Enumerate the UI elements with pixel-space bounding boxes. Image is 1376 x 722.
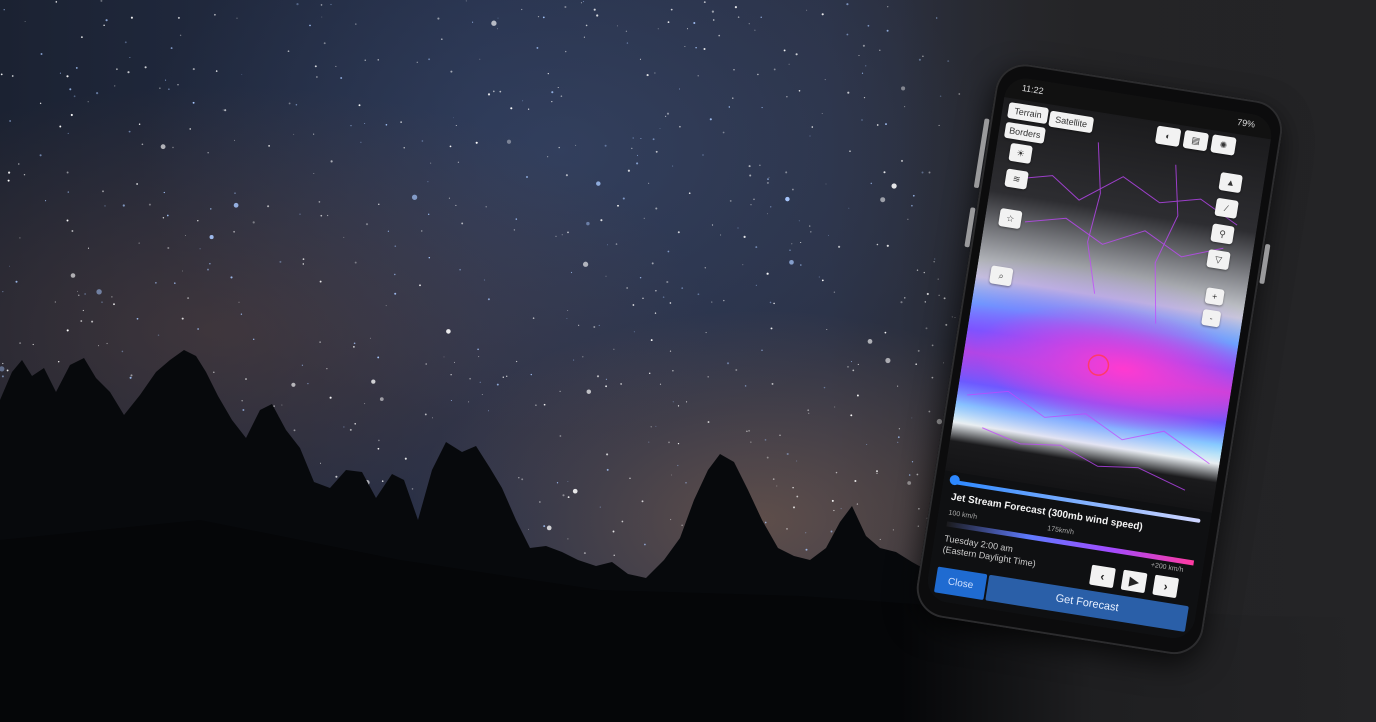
play-button[interactable]: ▶ <box>1120 569 1148 594</box>
legend-high-label: +200 km/h <box>1150 561 1184 574</box>
battery-level: 79% <box>1236 116 1256 130</box>
night-sky-photo: 11:22 79% Terrain Satellite Borders ◐ ▤ … <box>0 0 1376 722</box>
document-icon[interactable]: ▤ <box>1182 129 1210 152</box>
zoom-in-button[interactable]: + <box>1204 287 1225 306</box>
search-icon[interactable]: ⌕ <box>988 265 1014 287</box>
layers-icon[interactable]: ◐ <box>1154 125 1182 148</box>
legend-mid-label: 175km/h <box>1046 525 1075 537</box>
legend-low-label: 100 km/h <box>947 509 978 521</box>
settings-icon[interactable]: ✺ <box>1210 134 1237 156</box>
next-button[interactable]: › <box>1152 574 1180 599</box>
sun-icon[interactable]: ☀ <box>1008 142 1033 164</box>
close-button[interactable]: Close <box>933 566 988 601</box>
star-icon[interactable]: ☆ <box>998 207 1023 230</box>
pin-icon[interactable]: ⚲ <box>1210 223 1235 245</box>
filter-icon[interactable]: ▽ <box>1206 249 1231 271</box>
wind-icon[interactable]: ≋ <box>1004 168 1029 190</box>
ruler-icon[interactable]: ∕ <box>1214 197 1239 219</box>
location-icon[interactable]: ▲ <box>1218 171 1243 194</box>
status-time: 11:22 <box>1021 82 1045 97</box>
previous-button[interactable]: ‹ <box>1089 564 1116 589</box>
zoom-out-button[interactable]: - <box>1201 308 1222 328</box>
